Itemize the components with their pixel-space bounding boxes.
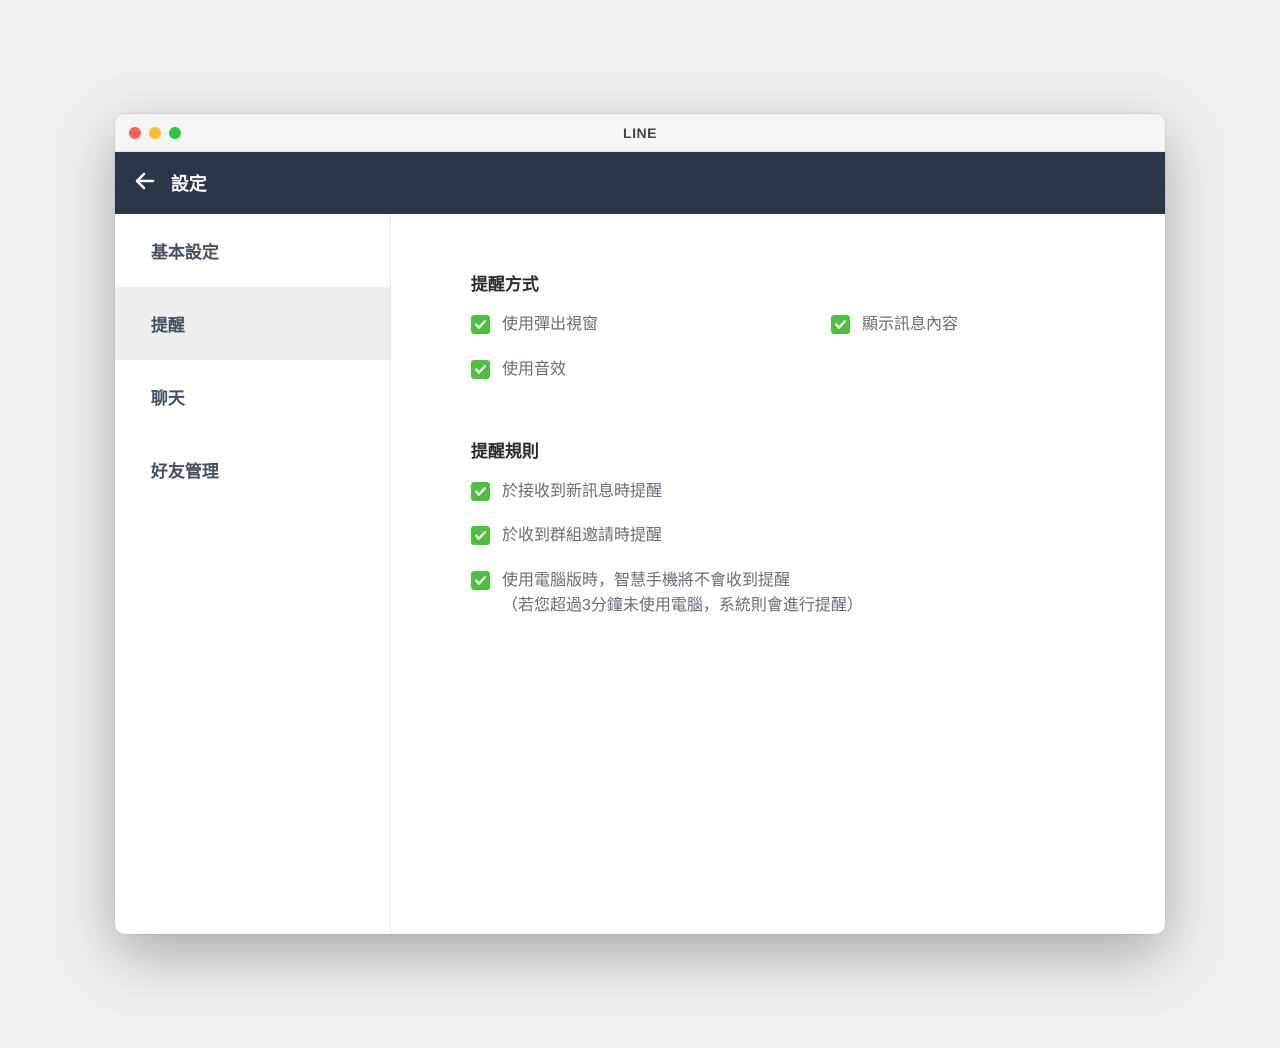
checkbox-list: 於接收到新訊息時提醒 於收到群組邀請時提醒 xyxy=(471,480,1085,619)
close-button[interactable] xyxy=(129,127,141,139)
checkbox-sublabel: （若您超過3分鐘未使用電腦，系統則會進行提醒） xyxy=(502,594,863,619)
checkbox-mute-mobile-when-desktop[interactable]: 使用電腦版時，智慧手機將不會收到提醒 （若您超過3分鐘未使用電腦，系統則會進行提… xyxy=(471,569,1085,619)
main-panel: 提醒方式 使用彈出視窗 顯示訊息內容 xyxy=(391,214,1165,934)
checkbox-notify-new-message[interactable]: 於接收到新訊息時提醒 xyxy=(471,480,1085,505)
checkbox-icon xyxy=(471,482,490,501)
checkbox-icon xyxy=(831,315,850,334)
checkbox-icon xyxy=(471,571,490,590)
checkbox-popup-window[interactable]: 使用彈出視窗 xyxy=(471,313,691,338)
checkbox-label: 於收到群組邀請時提醒 xyxy=(502,524,662,549)
section-title: 提醒方式 xyxy=(471,270,1085,295)
section-notification-method: 提醒方式 使用彈出視窗 顯示訊息內容 xyxy=(471,270,1085,383)
section-notification-rules: 提醒規則 於接收到新訊息時提醒 於收到群組邀請時提醒 xyxy=(471,437,1085,619)
checkbox-notify-group-invite[interactable]: 於收到群組邀請時提醒 xyxy=(471,524,1085,549)
maximize-button[interactable] xyxy=(169,127,181,139)
checkbox-use-sound[interactable]: 使用音效 xyxy=(471,358,1085,383)
checkbox-icon xyxy=(471,315,490,334)
arrow-left-icon xyxy=(133,169,157,198)
section-title: 提醒規則 xyxy=(471,437,1085,462)
checkbox-show-message-content[interactable]: 顯示訊息內容 xyxy=(831,313,1051,338)
sidebar-item-friends[interactable]: 好友管理 xyxy=(115,433,390,506)
sidebar-item-basic-settings[interactable]: 基本設定 xyxy=(115,214,390,287)
back-button[interactable] xyxy=(133,169,157,198)
checkbox-label: 於接收到新訊息時提醒 xyxy=(502,480,662,505)
sidebar-item-label: 聊天 xyxy=(151,389,185,408)
checkbox-icon xyxy=(471,526,490,545)
page-title: 設定 xyxy=(171,170,207,196)
header-bar: 設定 xyxy=(115,152,1165,214)
checkbox-grid: 使用彈出視窗 顯示訊息內容 使用音效 xyxy=(471,313,1085,383)
minimize-button[interactable] xyxy=(149,127,161,139)
titlebar: LINE xyxy=(115,114,1165,152)
checkbox-label: 使用音效 xyxy=(502,358,566,383)
window-title: LINE xyxy=(129,125,1151,141)
sidebar-item-label: 基本設定 xyxy=(151,243,219,262)
sidebar: 基本設定 提醒 聊天 好友管理 xyxy=(115,214,391,934)
checkbox-label-line1: 使用電腦版時，智慧手機將不會收到提醒 xyxy=(502,572,790,589)
app-window: LINE 設定 基本設定 提醒 聊天 好友管理 xyxy=(115,114,1165,934)
checkbox-icon xyxy=(471,360,490,379)
checkbox-label: 使用彈出視窗 xyxy=(502,313,598,338)
sidebar-item-label: 提醒 xyxy=(151,316,185,335)
checkbox-label: 顯示訊息內容 xyxy=(862,313,958,338)
checkbox-label: 使用電腦版時，智慧手機將不會收到提醒 （若您超過3分鐘未使用電腦，系統則會進行提… xyxy=(502,569,863,619)
sidebar-item-chat[interactable]: 聊天 xyxy=(115,360,390,433)
traffic-lights xyxy=(129,127,181,139)
sidebar-item-label: 好友管理 xyxy=(151,462,219,481)
sidebar-item-notifications[interactable]: 提醒 xyxy=(115,287,390,360)
content-area: 基本設定 提醒 聊天 好友管理 提醒方式 xyxy=(115,214,1165,934)
